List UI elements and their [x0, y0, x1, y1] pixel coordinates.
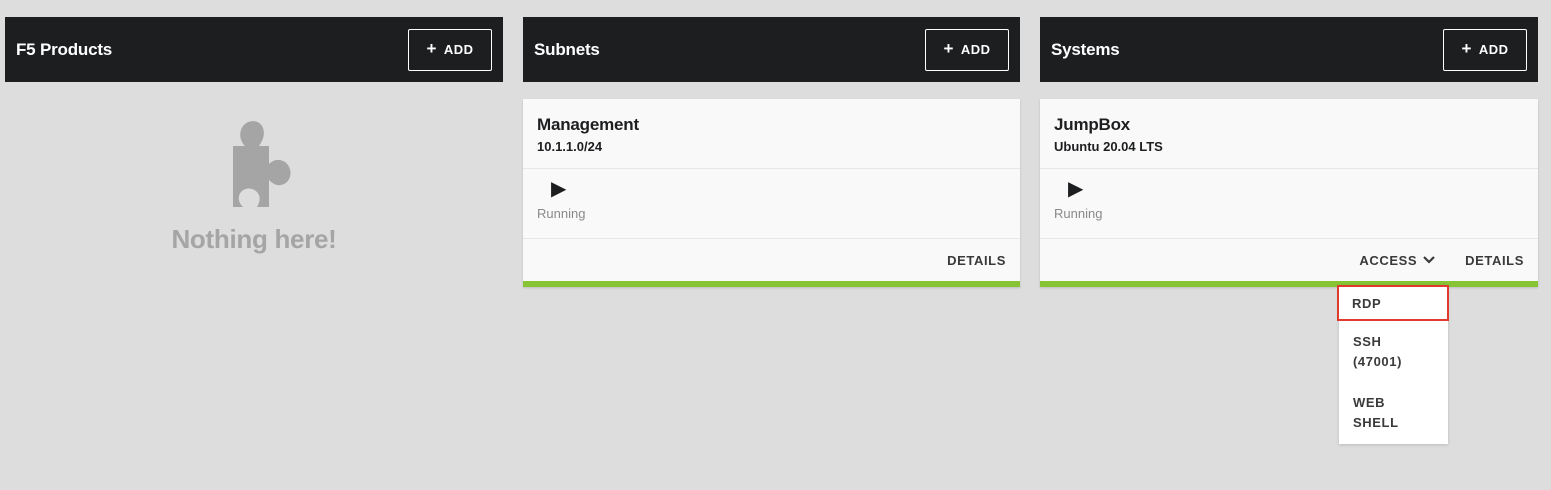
access-dropdown-button[interactable]: ACCESS [1359, 253, 1435, 268]
add-subnet-button[interactable]: + ADD [925, 28, 1009, 71]
systems-column: Systems + ADD JumpBox Ubuntu 20.04 LTS ▶… [1040, 17, 1538, 287]
column-header: F5 Products + ADD [5, 17, 503, 82]
status-text: Running [537, 206, 586, 221]
subnet-card: Management 10.1.1.0/24 ▶ Running DETAILS [523, 99, 1020, 287]
empty-state: Nothing here! [5, 112, 503, 255]
card-subtitle: Ubuntu 20.04 LTS [1054, 139, 1163, 154]
add-label: ADD [1478, 42, 1509, 57]
add-label: ADD [960, 42, 991, 57]
empty-state-text: Nothing here! [171, 224, 337, 254]
plus-icon: + [1461, 39, 1472, 58]
system-card: JumpBox Ubuntu 20.04 LTS ▶ Running ACCES… [1040, 99, 1538, 287]
column-title: F5 Products [16, 39, 113, 59]
plus-icon: + [943, 39, 954, 58]
subnets-column: Subnets + ADD Management 10.1.1.0/24 ▶ R… [523, 17, 1020, 287]
play-icon: ▶ [1068, 178, 1084, 200]
card-actions: DETAILS [523, 239, 1020, 281]
add-f5-product-button[interactable]: + ADD [408, 28, 492, 71]
card-subtitle: 10.1.1.0/24 [537, 139, 603, 154]
card-status: ▶ Running [523, 169, 1020, 239]
chevron-down-icon [1423, 256, 1435, 264]
card-title: Management [537, 115, 639, 134]
status-text: Running [1054, 206, 1103, 221]
column-title: Systems [1051, 39, 1120, 59]
column-header: Systems + ADD [1040, 17, 1538, 82]
details-button[interactable]: DETAILS [947, 253, 1006, 268]
column-title: Subnets [534, 39, 600, 59]
card-header: Management 10.1.1.0/24 [523, 99, 1020, 169]
plus-icon: + [426, 39, 437, 58]
add-label: ADD [443, 42, 474, 57]
play-icon: ▶ [551, 178, 567, 200]
card-actions: ACCESS DETAILS [1040, 239, 1538, 281]
card-title: JumpBox [1054, 115, 1131, 134]
f5-products-column: F5 Products + ADD Nothing here! [5, 17, 503, 254]
access-menu: RDP SSH (47001) WEB SHELL [1337, 285, 1449, 444]
access-menu-item-ssh[interactable]: SSH (47001) [1339, 321, 1427, 383]
card-header: JumpBox Ubuntu 20.04 LTS [1040, 99, 1538, 169]
access-label: ACCESS [1359, 252, 1418, 268]
add-system-button[interactable]: + ADD [1443, 28, 1527, 71]
status-bar [523, 281, 1020, 287]
card-status: ▶ Running [1040, 169, 1538, 239]
status-bar [1040, 281, 1538, 287]
column-header: Subnets + ADD [523, 17, 1020, 82]
puzzle-piece-icon [233, 121, 291, 207]
access-menu-item-web-shell[interactable]: WEB SHELL [1339, 383, 1427, 444]
details-button[interactable]: DETAILS [1465, 253, 1524, 268]
access-menu-item-rdp[interactable]: RDP [1337, 285, 1449, 321]
